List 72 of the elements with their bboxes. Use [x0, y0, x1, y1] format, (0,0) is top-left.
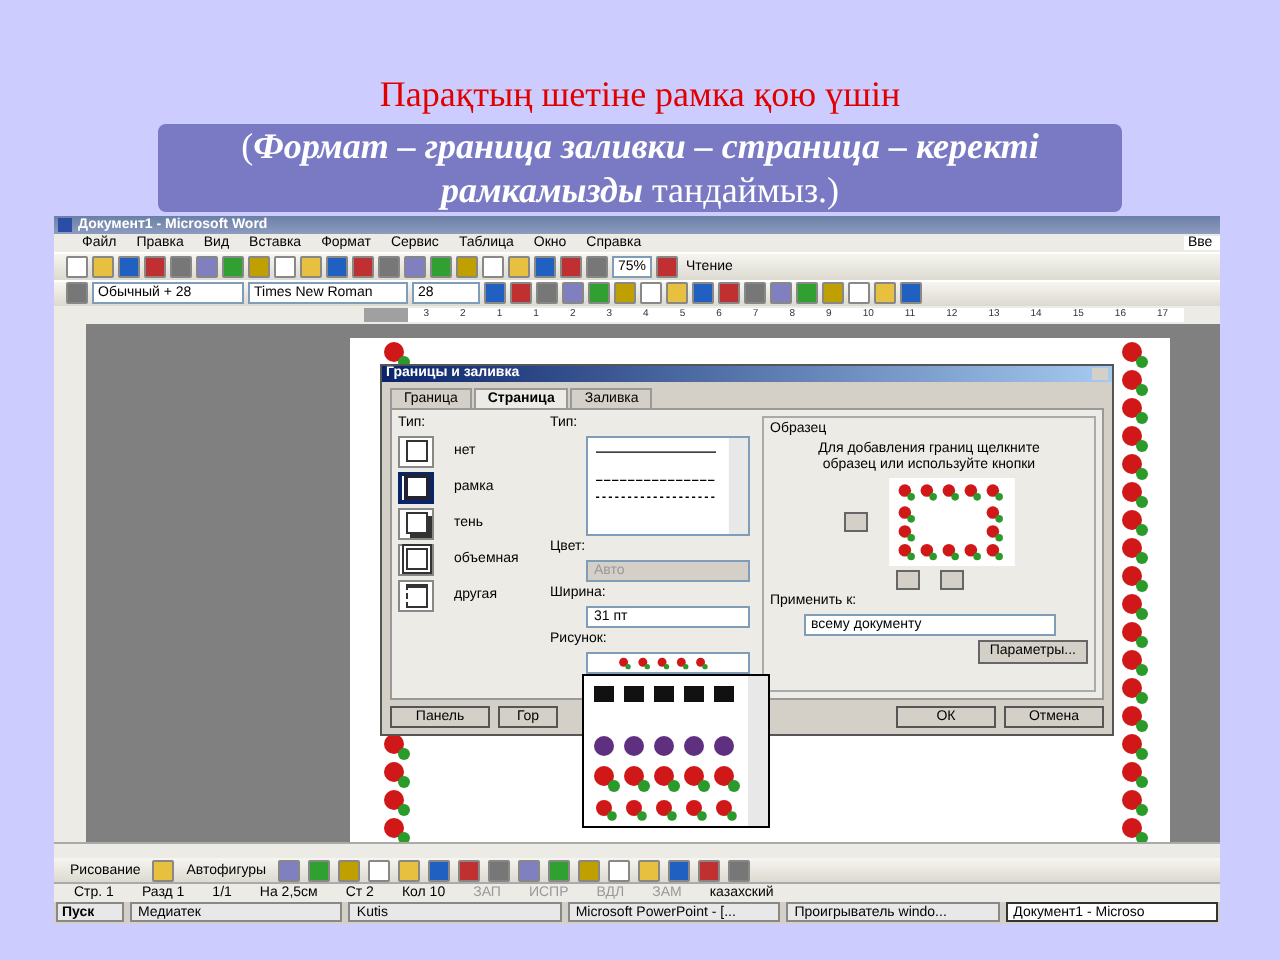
toolbar-button-icon[interactable] [458, 859, 481, 882]
toolbar-button-icon[interactable] [152, 859, 175, 882]
top-border-button[interactable] [843, 511, 867, 532]
toolbar-button-icon[interactable] [578, 859, 601, 882]
toolbar-button-icon[interactable] [368, 859, 391, 882]
toolbar-button-icon[interactable] [744, 282, 766, 305]
toolbar-button-icon[interactable] [874, 282, 896, 305]
toolbar-button-icon[interactable] [510, 282, 532, 305]
slide-title: Парақтың шетіне рамка қою үшін [379, 74, 901, 116]
toolbar-button-icon[interactable] [656, 255, 679, 278]
toolbar-button-icon[interactable] [308, 859, 331, 882]
instruction-text: (Формат – граница заливки – страница – керекті рамкамызды тандаймыз.) [158, 124, 1122, 212]
line-style-list[interactable] [586, 435, 750, 536]
art-list-drawing[interactable] [582, 673, 770, 828]
toolbar-button-icon[interactable] [770, 282, 792, 305]
toolbar-button-icon[interactable] [248, 255, 270, 278]
toolbar-button-icon[interactable] [588, 282, 610, 305]
toolbar-button-icon[interactable] [536, 282, 558, 305]
toolbar-button-icon[interactable] [562, 282, 584, 305]
toolbar-button-icon[interactable] [728, 859, 751, 882]
toolbar-button-icon[interactable] [274, 255, 296, 278]
toolbar-button-icon[interactable] [66, 255, 88, 278]
toolbar-button-icon[interactable] [196, 255, 218, 278]
page-preview-drawing[interactable] [887, 477, 1015, 566]
toolbar-button-icon[interactable] [666, 282, 688, 305]
toolbar-button-icon[interactable] [718, 282, 740, 305]
toolbar-button-icon[interactable] [300, 255, 322, 278]
toolbar-button-icon[interactable] [614, 282, 636, 305]
toolbar-button-icon[interactable] [848, 282, 870, 305]
toolbar-button-icon[interactable] [404, 255, 426, 278]
toolbar-button-icon[interactable] [430, 255, 452, 278]
toolbar-button-icon[interactable] [638, 859, 661, 882]
art-dropdown[interactable] [586, 651, 750, 674]
toolbar-button-icon[interactable] [640, 282, 662, 305]
right-border-button[interactable] [939, 569, 963, 590]
toolbar-button-icon[interactable] [66, 282, 88, 305]
toolbar-button-icon[interactable] [398, 859, 421, 882]
toolbar-button-icon[interactable] [428, 859, 451, 882]
setting-option-icon[interactable] [398, 543, 434, 576]
toolbar-button-icon[interactable] [144, 255, 166, 278]
toolbar-button-icon[interactable] [548, 859, 571, 882]
toolbar-button-icon[interactable] [338, 859, 361, 882]
setting-option-icon[interactable] [398, 471, 434, 504]
toolbar-button-icon[interactable] [668, 859, 691, 882]
toolbar-button-icon[interactable] [222, 255, 244, 278]
toolbar-button-icon[interactable] [378, 255, 400, 278]
toolbar-button-icon[interactable] [482, 255, 504, 278]
setting-option-icon[interactable] [398, 579, 434, 612]
toolbar-button-icon[interactable] [456, 255, 478, 278]
toolbar-button-icon[interactable] [484, 282, 506, 305]
toolbar-button-icon[interactable] [352, 255, 374, 278]
toolbar-button-icon[interactable] [326, 255, 348, 278]
toolbar-button-icon[interactable] [692, 282, 714, 305]
toolbar-button-icon[interactable] [586, 255, 608, 278]
toolbar-button-icon[interactable] [118, 255, 140, 278]
setting-option-icon[interactable] [398, 507, 434, 540]
toolbar-button-icon[interactable] [170, 255, 192, 278]
toolbar-button-icon[interactable] [608, 859, 631, 882]
toolbar-button-icon[interactable] [508, 255, 530, 278]
toolbar-button-icon[interactable] [698, 859, 721, 882]
toolbar-button-icon[interactable] [488, 859, 511, 882]
toolbar-button-icon[interactable] [518, 859, 541, 882]
toolbar-button-icon[interactable] [900, 282, 922, 305]
toolbar-button-icon[interactable] [560, 255, 582, 278]
left-border-button[interactable] [895, 569, 919, 590]
toolbar-button-icon[interactable] [796, 282, 818, 305]
word-app-icon [58, 217, 72, 232]
toolbar-button-icon[interactable] [92, 255, 114, 278]
setting-option-icon[interactable] [398, 435, 434, 468]
toolbar-button-icon[interactable] [822, 282, 844, 305]
toolbar-button-icon[interactable] [278, 859, 301, 882]
toolbar-button-icon[interactable] [534, 255, 556, 278]
